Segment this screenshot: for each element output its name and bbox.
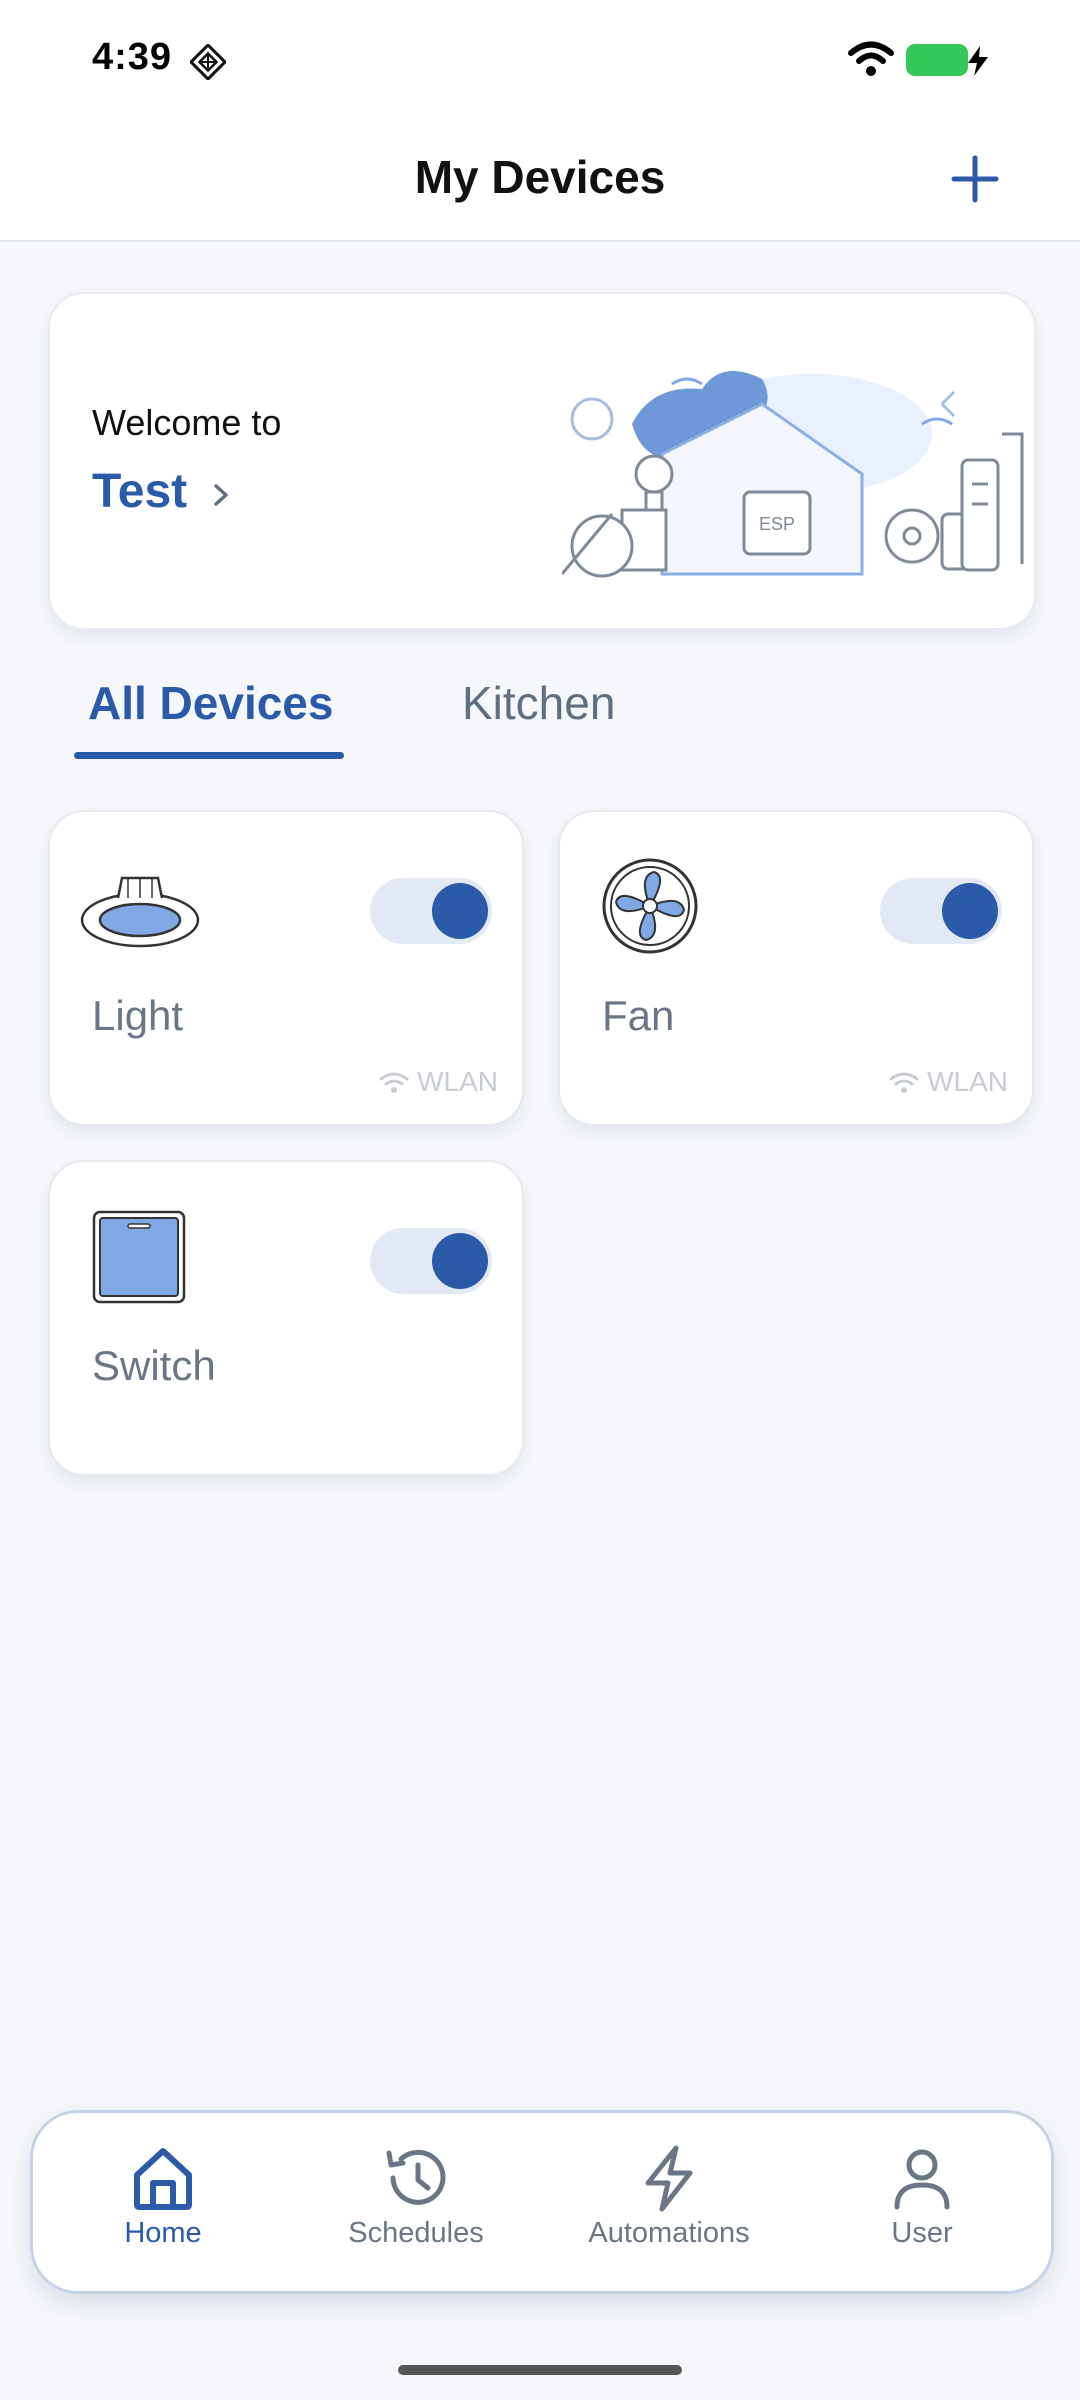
device-name: Switch [92, 1342, 216, 1389]
connection-badge: WLAN [889, 1066, 1008, 1098]
nav-item-schedules[interactable]: Schedules [306, 2143, 526, 2250]
nav-item-user[interactable]: User [812, 2143, 1032, 2250]
home-name[interactable]: Test [92, 464, 187, 519]
device-power-toggle[interactable] [370, 878, 492, 944]
wifi-icon [848, 41, 894, 76]
home-icon [134, 2148, 192, 2210]
status-bar: 4:39 [0, 0, 1080, 120]
home-indicator[interactable] [398, 2365, 682, 2375]
toggle-knob [432, 1233, 488, 1289]
lightning-icon [645, 2145, 693, 2212]
wifi-icon [379, 1072, 409, 1093]
toggle-knob [942, 883, 998, 939]
device-power-toggle[interactable] [370, 1228, 492, 1294]
user-icon [894, 2149, 950, 2210]
device-name: Light [92, 992, 184, 1039]
nav-item-automations[interactable]: Automations [559, 2143, 779, 2250]
nav-label: User [891, 2217, 953, 2249]
device-power-toggle[interactable] [880, 878, 1002, 944]
svg-text:ESP: ESP [759, 514, 795, 534]
welcome-card[interactable]: Welcome to Test ESP [48, 292, 1036, 630]
battery-icon [906, 44, 968, 76]
nav-item-home[interactable]: Home [53, 2143, 273, 2250]
toggle-knob [432, 883, 488, 939]
tab-selected-indicator [74, 752, 344, 759]
wifi-icon [889, 1072, 919, 1093]
fan-icon [602, 858, 698, 954]
add-device-button[interactable] [946, 150, 1004, 208]
history-icon [386, 2149, 446, 2205]
device-card-light[interactable]: Light WLAN [48, 810, 524, 1126]
tab-all-devices[interactable]: All Devices [88, 676, 333, 730]
bottom-navigation: Home Schedules Automations User [30, 2110, 1054, 2294]
switch-icon [92, 1210, 186, 1304]
connection-label: WLAN [927, 1066, 1008, 1097]
page-title: My Devices [414, 151, 666, 203]
charging-bolt-icon [968, 46, 988, 76]
device-card-fan[interactable]: Fan WLAN [558, 810, 1034, 1126]
chevron-right-icon[interactable] [206, 480, 236, 510]
device-card-switch[interactable]: Switch [48, 1160, 524, 1476]
nav-label: Schedules [348, 2217, 484, 2249]
ceiling-light-icon [80, 876, 200, 948]
app-header: My Devices [0, 120, 1080, 242]
connection-label: WLAN [417, 1066, 498, 1097]
connection-badge: WLAN [379, 1066, 498, 1098]
nav-label: Automations [588, 2217, 750, 2249]
smart-home-illustration: ESP [562, 371, 1024, 578]
nav-label: Home [124, 2217, 202, 2249]
status-time: 4:39 [92, 36, 173, 78]
welcome-label: Welcome to [92, 402, 282, 443]
app-notification-icon [190, 44, 226, 80]
tab-kitchen[interactable]: Kitchen [462, 676, 615, 730]
device-name: Fan [602, 992, 675, 1039]
